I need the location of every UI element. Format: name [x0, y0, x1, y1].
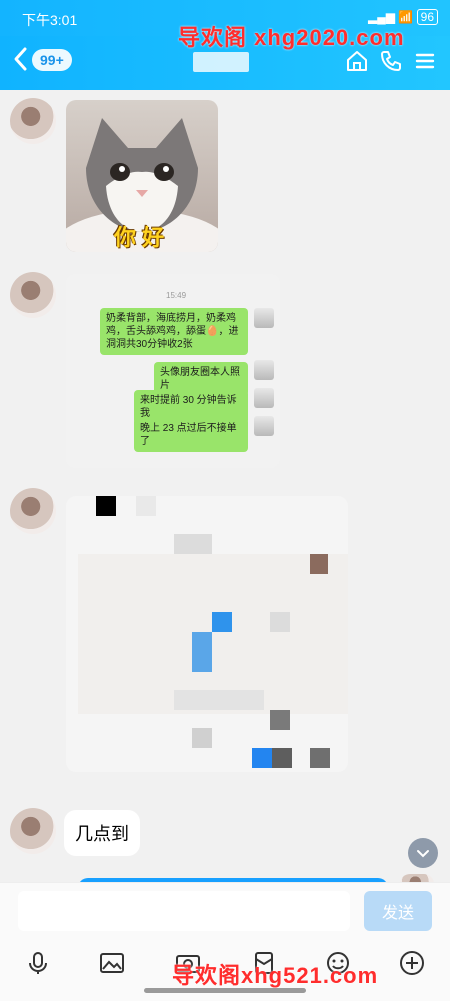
message-text[interactable]: 几点到 [64, 810, 140, 856]
image-icon[interactable] [98, 949, 126, 977]
avatar[interactable] [10, 808, 56, 854]
home-indicator [144, 988, 306, 993]
status-time: 下午3:01 [22, 12, 78, 28]
avatar[interactable] [10, 98, 56, 144]
battery-icon: 96 [416, 9, 438, 25]
screenshot-avatar [254, 308, 274, 328]
avatar[interactable] [10, 488, 56, 534]
watermark-bottom: 导欢阁xhg521.com [172, 963, 379, 988]
mosaic-tile [192, 728, 212, 748]
mosaic-tile [96, 496, 116, 516]
message-screenshot[interactable]: 15:49 奶柔背部，海底捞月，奶柔鸡鸡，舌头舔鸡鸡，舔蛋🥚，进洞洞共30分钟收… [66, 274, 280, 468]
mosaic-tile [252, 748, 272, 768]
screenshot-avatar [254, 416, 274, 436]
avatar[interactable] [10, 272, 56, 318]
mosaic-tile [310, 748, 330, 768]
watermark-top: 导欢阁 xhg2020.com [178, 25, 405, 50]
message-input[interactable] [18, 891, 350, 931]
plus-icon[interactable] [398, 949, 426, 977]
scroll-down-button[interactable] [408, 838, 438, 868]
screenshot-bubble: 晚上 23 点过后不接单了 [134, 418, 248, 452]
mosaic-tile [174, 690, 264, 710]
menu-icon[interactable] [412, 48, 438, 74]
microphone-icon[interactable] [24, 949, 52, 977]
message-image-pixelated[interactable] [66, 496, 348, 772]
mosaic-tile [136, 496, 156, 516]
mosaic-tile [212, 612, 232, 632]
mosaic-tile [174, 534, 212, 554]
mosaic-tile [270, 612, 290, 632]
unread-badge[interactable]: 99+ [32, 49, 72, 71]
chevron-down-icon [417, 850, 429, 858]
cat-caption: 你 好 [114, 225, 165, 250]
send-button[interactable]: 发送 [364, 891, 432, 931]
message-image-cat[interactable]: 你 好 [66, 100, 218, 252]
mosaic-tile [192, 632, 212, 672]
screenshot-bubble: 奶柔背部，海底捞月，奶柔鸡鸡，舌头舔鸡鸡，舔蛋🥚，进洞洞共30分钟收2张 [100, 308, 248, 355]
mosaic-tile [270, 710, 290, 730]
mosaic-tile [272, 748, 292, 768]
screenshot-avatar [254, 360, 274, 380]
battery-level: 96 [420, 10, 434, 24]
mosaic-tile [310, 554, 328, 574]
screenshot-avatar [254, 388, 274, 408]
back-chevron-icon[interactable] [12, 46, 30, 76]
chat-title-obscured [193, 52, 249, 72]
screenshot-time: 15:49 [166, 291, 187, 300]
